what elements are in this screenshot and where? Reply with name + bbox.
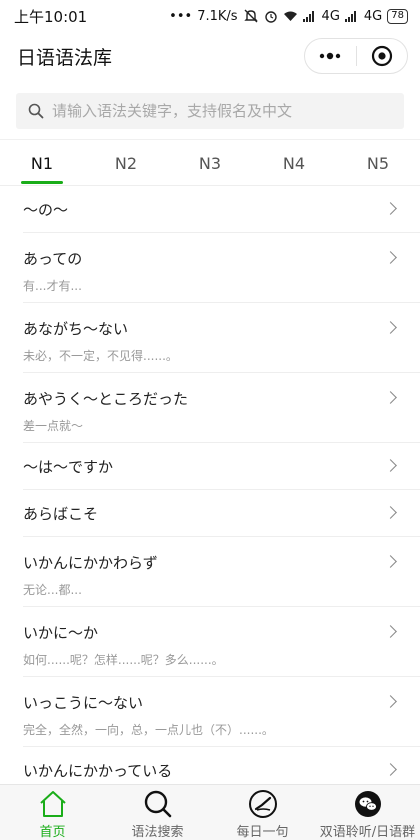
chevron-right-icon — [384, 202, 397, 215]
wifi-icon — [283, 10, 298, 22]
chevron-right-icon — [384, 321, 397, 334]
grammar-meaning: 如何......呢？怎样......呢？多么......。 — [23, 653, 224, 667]
app-header: 日语语法库 — [0, 34, 420, 78]
grammar-title: あっての — [23, 250, 83, 268]
status-time: 上午10:01 — [14, 7, 88, 26]
chevron-right-icon — [384, 695, 397, 708]
level-tabs: N1 N2 N3 N4 N5 — [0, 141, 420, 186]
grammar-title: いかんにかかっている — [23, 762, 173, 780]
bottom-tab-bar: 首页 语法搜索 每日一句 双语聆听/日语群 — [0, 784, 420, 840]
search-area — [0, 88, 420, 140]
chevron-right-icon — [384, 391, 397, 404]
tab-n3[interactable]: N3 — [168, 141, 252, 185]
signal-icon — [344, 10, 359, 22]
grammar-title: いかに～か — [23, 624, 99, 642]
tabbar-label-daily-sentence: 每日一句 — [236, 825, 289, 840]
grammar-list-item[interactable]: あやうく～ところだった差一点就～ — [23, 373, 420, 443]
mini-program-capsule — [304, 38, 408, 74]
grammar-list-item[interactable]: いかに～か如何......呢？怎样......呢？多么......。 — [23, 607, 420, 677]
tabbar-item-home[interactable]: 首页 — [0, 785, 105, 840]
grammar-list-item[interactable]: ～の～ — [23, 186, 420, 233]
network-label-1: 4G — [321, 8, 340, 24]
grammar-meaning: 无论...都... — [23, 583, 82, 597]
tabbar-item-bilingual-listening[interactable]: 双语聆听/日语群 — [315, 785, 420, 840]
battery-icon: 78 — [387, 8, 408, 24]
tab-n2[interactable]: N2 — [84, 141, 168, 185]
search-input[interactable] — [52, 102, 382, 120]
grammar-list-item[interactable]: いかんにかかっている — [23, 747, 420, 784]
wechat-icon — [353, 789, 383, 819]
alarm-icon — [264, 9, 278, 23]
tabbar-item-daily-sentence[interactable]: 每日一句 — [210, 785, 315, 840]
more-button[interactable] — [305, 39, 356, 73]
chevron-right-icon — [384, 506, 397, 519]
tab-n1[interactable]: N1 — [0, 141, 84, 185]
chevron-right-icon — [384, 459, 397, 472]
tab-n4[interactable]: N4 — [252, 141, 336, 185]
grammar-list: ～の～ あっての 有...才有... あながち～ない 未必，不一定，不见得......。… — [0, 186, 420, 784]
chevron-right-icon — [384, 251, 397, 264]
grammar-title: いかんにかかわらず — [23, 554, 158, 572]
network-label-2: 4G — [363, 8, 383, 24]
grammar-list-item[interactable]: あっての有...才有... — [23, 233, 420, 303]
tabbar-item-grammar-search[interactable]: 语法搜索 — [105, 785, 210, 840]
tabbar-label-bilingual-listening: 双语聆听/日语群 — [319, 825, 416, 840]
signal-icon — [302, 10, 317, 22]
status-bar: 上午10:01 ••• 7.1K/s 4G 4G 78 — [0, 0, 420, 32]
status-dots: ••• — [169, 8, 193, 24]
more-icon — [320, 52, 341, 60]
grammar-meaning: 有...才有... — [23, 279, 82, 293]
close-target-icon — [371, 45, 392, 67]
grammar-title: あやうく～ところだった — [23, 390, 189, 408]
home-icon — [38, 789, 68, 819]
grammar-meaning: 差一点就～ — [23, 419, 84, 433]
chevron-right-icon — [384, 625, 397, 638]
search-icon — [28, 103, 44, 119]
tabbar-label-grammar-search: 语法搜索 — [131, 825, 184, 840]
grammar-list-item[interactable]: あながち～ない未必，不一定，不见得......。 — [23, 303, 420, 373]
mute-icon — [243, 9, 259, 23]
search-icon — [143, 789, 173, 819]
battery-level: 78 — [391, 10, 404, 21]
status-speed: 7.1K/s — [197, 8, 238, 24]
grammar-title: ～の～ — [23, 201, 69, 219]
grammar-meaning: 完全，全然，一向，总，一点儿也（不）......。 — [23, 723, 274, 737]
grammar-meaning: 未必，不一定，不见得......。 — [23, 349, 178, 363]
grammar-title: あながち～ない — [23, 320, 129, 338]
close-button[interactable] — [357, 39, 408, 73]
page-title: 日语语法库 — [17, 46, 113, 69]
grammar-list-item[interactable]: いっこうに～ない完全，全然，一向，总，一点儿也（不）......。 — [23, 677, 420, 747]
grammar-list-item[interactable]: ～は～ですか — [23, 443, 420, 490]
grammar-list-item[interactable]: いかんにかかわらず无论...都... — [23, 537, 420, 607]
grammar-title: ～は～ですか — [23, 458, 114, 476]
chevron-right-icon — [384, 555, 397, 568]
tab-n5[interactable]: N5 — [336, 141, 420, 185]
grammar-title: いっこうに～ない — [23, 694, 144, 712]
status-indicators: ••• 7.1K/s 4G 4G 78 — [169, 8, 408, 24]
chevron-right-icon — [384, 763, 397, 776]
search-box[interactable] — [16, 93, 404, 129]
grammar-list-item[interactable]: あらばこそ — [23, 490, 420, 537]
tabbar-label-home: 首页 — [39, 825, 66, 840]
grammar-title: あらばこそ — [23, 505, 99, 523]
daily-sentence-icon — [248, 789, 278, 819]
